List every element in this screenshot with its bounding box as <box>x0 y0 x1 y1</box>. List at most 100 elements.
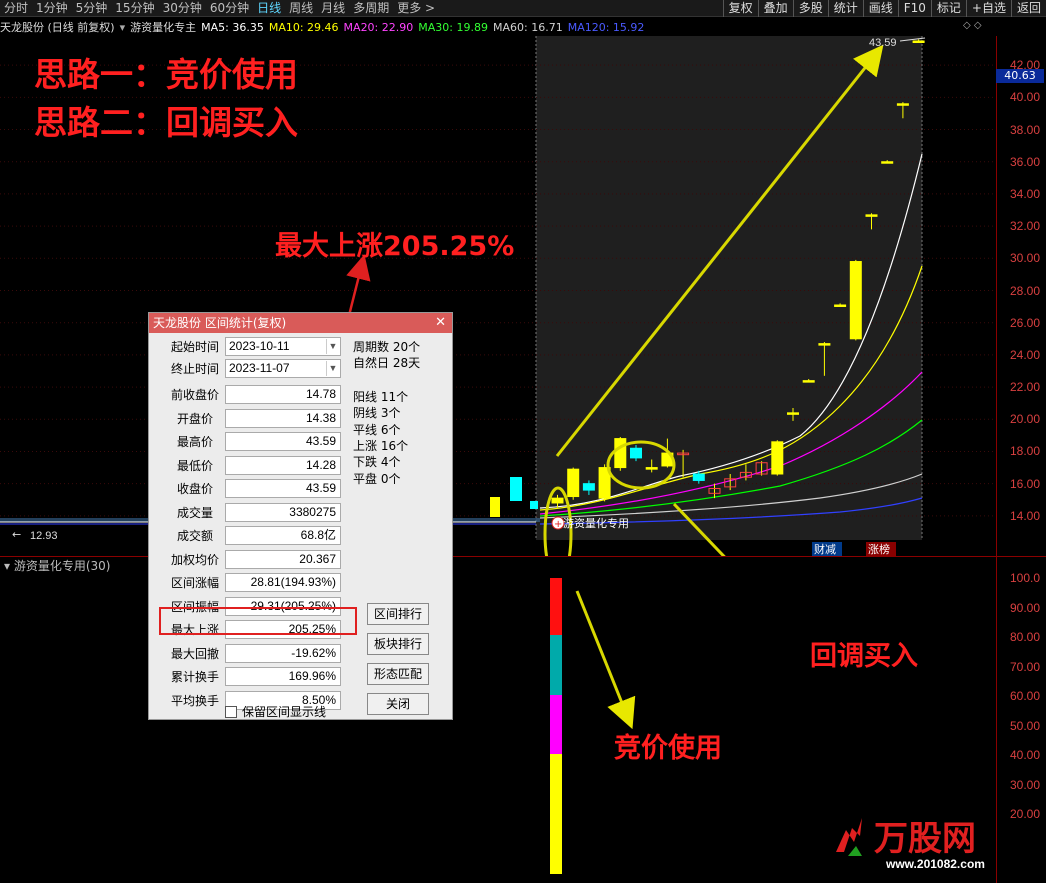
chevron-down-icon[interactable]: ▼ <box>326 339 339 354</box>
dialog-button[interactable]: 板块排行 <box>367 633 429 655</box>
period-tab[interactable]: 日线 <box>253 0 285 17</box>
period-tab[interactable]: 月线 <box>317 0 349 17</box>
period-tab[interactable]: 15分钟 <box>111 0 158 17</box>
end-date-label: 终止时间 <box>170 362 219 376</box>
toolbar-button[interactable]: 多股 <box>792 0 828 17</box>
stat-summary: 上涨 16个 <box>353 438 409 453</box>
tag-cai: 财减 <box>814 542 836 556</box>
dialog-title: 天龙股份 区间统计(复权) <box>153 316 287 330</box>
ma120-value: MA120: 15.92 <box>567 20 645 34</box>
ma10-value: MA10: 29.46 <box>268 20 339 34</box>
sub-tick: 80.00 <box>1009 630 1040 644</box>
checkbox-box[interactable] <box>225 705 237 718</box>
svg-text:万股网: 万股网 <box>874 819 976 859</box>
stat-label: 最大回撤 <box>170 646 219 661</box>
stat-row: 最大回撤 -19.62% <box>149 643 349 664</box>
end-date-value: 2023-11-07 <box>229 361 290 375</box>
hi-label: 43.59 <box>869 37 897 49</box>
period-tab[interactable]: 5分钟 <box>72 0 112 17</box>
period-tab[interactable]: 60分钟 <box>206 0 253 17</box>
close-icon[interactable]: ✕ <box>435 313 446 333</box>
stat-value: -19.62% <box>225 643 341 663</box>
checkbox-label: 保留区间显示线 <box>242 705 327 719</box>
sub-tick: 100.0 <box>1009 571 1040 585</box>
current-price-badge: 40.63 <box>996 69 1044 83</box>
start-date-value: 2023-10-11 <box>229 339 290 353</box>
stat-value: 43.59 <box>225 432 341 451</box>
sub-tick: 40.00 <box>1009 748 1040 762</box>
lo-label: 12.93 <box>30 530 58 542</box>
toolbar-button[interactable]: 叠加 <box>757 0 793 17</box>
stat-row: 区间涨幅 28.81(194.93%) <box>149 573 349 593</box>
stat-row: 开盘价 14.38 <box>149 408 349 429</box>
period-tab[interactable]: 周线 <box>285 0 317 17</box>
start-date-row: 起始时间 2023-10-11 ▼ <box>149 337 349 357</box>
indicator-name[interactable]: 游资量化专主 <box>130 19 196 35</box>
candle-body <box>802 380 815 383</box>
stat-row: 成交额 68.8亿 <box>149 526 349 546</box>
end-date-select[interactable]: 2023-11-07 ▼ <box>225 359 341 378</box>
stat-value: 68.8亿 <box>225 526 341 545</box>
tag-zhang: 涨榜 <box>868 542 890 556</box>
sub-tick: 60.00 <box>1009 689 1040 703</box>
keep-range-checkbox[interactable]: 保留区间显示线 <box>225 703 326 720</box>
period-tab[interactable]: 分时 <box>0 0 32 17</box>
auction-text: 竞价使用 <box>614 733 722 764</box>
sub-tick: 30.00 <box>1009 777 1040 792</box>
stat-row: 成交量 3380275 <box>149 502 349 523</box>
stat-label: 最高价 <box>176 435 213 449</box>
dialog-button[interactable]: 形态匹配 <box>367 663 429 685</box>
toolbar-button[interactable]: F10 <box>897 0 931 17</box>
price-tick: 32.00 <box>1009 219 1040 234</box>
toolbar-button[interactable]: 复权 <box>722 0 758 17</box>
stat-label: 成交量 <box>176 505 213 520</box>
period-tab[interactable]: 多周期 <box>349 0 393 17</box>
stat-summary: 阴线 3个 <box>353 406 401 421</box>
price-tick: 22.00 <box>1009 380 1040 395</box>
stat-label: 收盘价 <box>176 482 213 496</box>
period-tab[interactable]: 30分钟 <box>159 0 206 17</box>
marker-label: 游资量化专用 <box>563 516 629 530</box>
svg-text:www.201082.com: www.201082.com <box>885 857 985 871</box>
toolbar-button[interactable]: 统计 <box>827 0 863 17</box>
stat-label: 成交额 <box>176 529 213 543</box>
stat-summary: 阳线 11个 <box>353 390 409 404</box>
stat-value: 20.367 <box>225 549 341 569</box>
chevron-down-icon[interactable]: ▼ <box>326 361 339 376</box>
period-tab[interactable]: 更多 > <box>393 0 439 17</box>
toolbar-button[interactable]: +自选 <box>965 0 1011 17</box>
candle-body <box>896 103 909 106</box>
settings-diamond-icon[interactable]: ◇ ◇ <box>963 20 982 31</box>
sub-tick: 50.00 <box>1009 718 1040 733</box>
toolbar-button[interactable]: 画线 <box>862 0 898 17</box>
candle-body <box>818 343 831 346</box>
stat-row: 前收盘价 14.78 <box>149 385 349 405</box>
sub-tick: 90.00 <box>1009 600 1040 615</box>
candle-body <box>912 40 925 43</box>
start-date-select[interactable]: 2023-10-11 ▼ <box>225 337 341 356</box>
dialog-button[interactable]: 区间排行 <box>367 603 429 625</box>
toolbar-button[interactable]: 标记 <box>930 0 966 17</box>
dialog-button[interactable]: 关闭 <box>367 693 429 715</box>
stat-value: 43.59 <box>225 479 341 498</box>
stat-row: 累计换手 169.96% <box>149 667 349 687</box>
stat-value: 14.78 <box>225 385 341 404</box>
price-tick: 24.00 <box>1009 347 1040 362</box>
price-tick: 14.00 <box>1009 508 1040 523</box>
price-tick: 36.00 <box>1009 154 1040 169</box>
svg-text:+: + <box>554 519 562 530</box>
dialog-titlebar[interactable]: 天龙股份 区间统计(复权) ✕ <box>149 313 452 333</box>
toolbar-right: 复权 叠加 多股 统计 画线 F10 标记 +自选 返回 <box>722 0 1046 17</box>
period-tab[interactable]: 1分钟 <box>32 0 72 17</box>
sub-bar-yellow <box>550 754 562 874</box>
chevron-down-icon[interactable]: ▾ <box>4 559 10 573</box>
candle-body <box>849 261 862 340</box>
stock-title[interactable]: 天龙股份 (日线 前复权) <box>0 19 115 35</box>
toolbar-button[interactable]: 返回 <box>1010 0 1046 17</box>
stat-label: 加权均价 <box>170 552 219 567</box>
price-tick: 20.00 <box>1009 412 1040 427</box>
pullback-text: 回调买入 <box>810 641 918 672</box>
chevron-down-icon[interactable]: ▾ <box>120 21 126 34</box>
ma60-value: MA60: 16.71 <box>492 20 563 34</box>
candle-body <box>567 468 580 498</box>
